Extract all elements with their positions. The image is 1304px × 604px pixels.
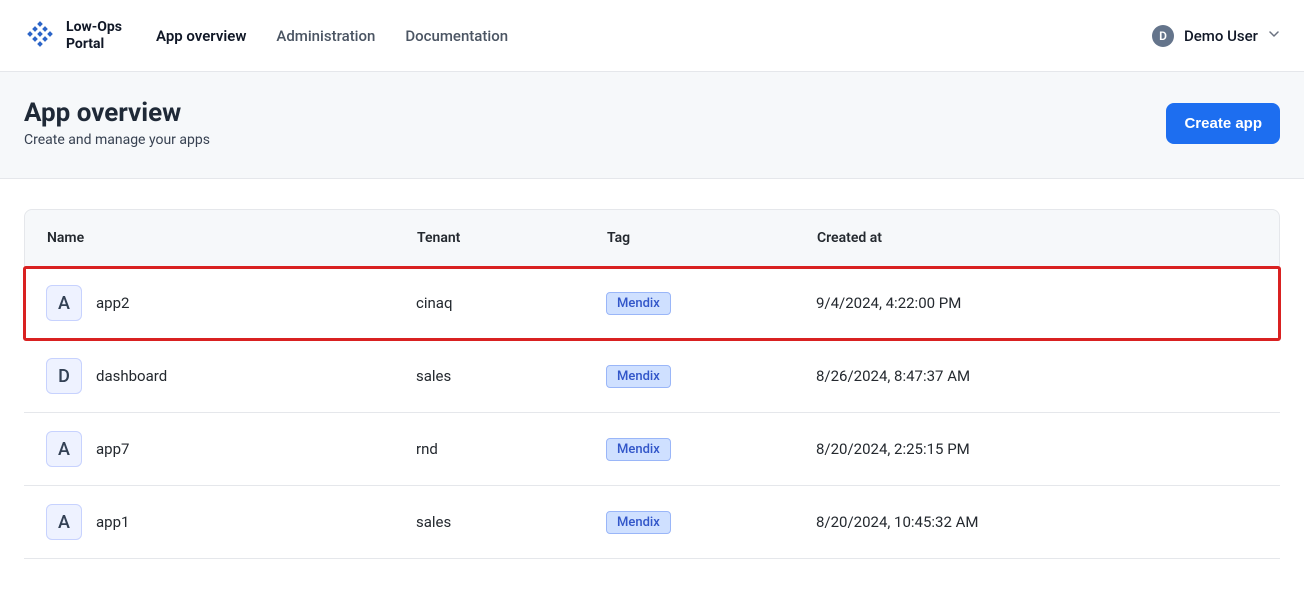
- table-body: Aapp2cinaqMendix9/4/2024, 4:22:00 PMDdas…: [24, 267, 1280, 559]
- tenant-cell: sales: [416, 513, 606, 531]
- page-header: App overview Create and manage your apps…: [0, 72, 1304, 179]
- brand-line1: Low-Ops: [66, 19, 122, 35]
- tag-badge: Mendix: [606, 511, 671, 534]
- nav-administration[interactable]: Administration: [276, 27, 375, 45]
- topbar-left: Low-Ops Portal App overview Administrati…: [24, 19, 508, 51]
- tenant-cell: sales: [416, 367, 606, 385]
- user-menu[interactable]: D Demo User: [1152, 25, 1280, 47]
- table-row[interactable]: Aapp2cinaqMendix9/4/2024, 4:22:00 PM: [24, 267, 1280, 340]
- apps-table: Name Tenant Tag Created at Aapp2cinaqMen…: [24, 209, 1280, 559]
- page-title: App overview: [24, 98, 210, 128]
- col-header-created[interactable]: Created at: [817, 230, 1257, 246]
- table-row[interactable]: DdashboardsalesMendix8/26/2024, 8:47:37 …: [24, 340, 1280, 413]
- app-name: app2: [96, 294, 129, 312]
- avatar: D: [1152, 25, 1174, 47]
- tag-badge: Mendix: [606, 438, 671, 461]
- logo-block[interactable]: Low-Ops Portal: [24, 19, 122, 51]
- app-name: dashboard: [96, 367, 167, 385]
- tag-badge: Mendix: [606, 365, 671, 388]
- table-row[interactable]: Aapp7rndMendix8/20/2024, 2:25:15 PM: [24, 413, 1280, 486]
- created-cell: 8/26/2024, 8:47:37 AM: [816, 367, 1258, 385]
- tenant-cell: cinaq: [416, 294, 606, 312]
- nav-documentation[interactable]: Documentation: [405, 27, 508, 45]
- created-cell: 9/4/2024, 4:22:00 PM: [816, 294, 1258, 312]
- tag-cell: Mendix: [606, 511, 816, 534]
- col-header-tenant[interactable]: Tenant: [417, 230, 607, 246]
- tag-cell: Mendix: [606, 438, 816, 461]
- app-letter-icon: A: [46, 431, 82, 467]
- nav-app-overview[interactable]: App overview: [156, 27, 246, 45]
- name-cell: Aapp7: [46, 431, 416, 467]
- brand-text: Low-Ops Portal: [66, 19, 122, 51]
- app-letter-icon: D: [46, 358, 82, 394]
- col-header-tag[interactable]: Tag: [607, 230, 817, 246]
- name-cell: Ddashboard: [46, 358, 416, 394]
- table-header: Name Tenant Tag Created at: [24, 209, 1280, 267]
- app-name: app7: [96, 440, 129, 458]
- app-letter-icon: A: [46, 504, 82, 540]
- page-subtitle: Create and manage your apps: [24, 132, 210, 148]
- user-name: Demo User: [1184, 27, 1258, 45]
- tag-badge: Mendix: [606, 292, 671, 315]
- app-letter-icon: A: [46, 285, 82, 321]
- topbar: Low-Ops Portal App overview Administrati…: [0, 0, 1304, 72]
- col-header-name[interactable]: Name: [47, 230, 417, 246]
- chevron-down-icon: [1268, 28, 1280, 44]
- created-cell: 8/20/2024, 10:45:32 AM: [816, 513, 1258, 531]
- name-cell: Aapp1: [46, 504, 416, 540]
- name-cell: Aapp2: [46, 285, 416, 321]
- tenant-cell: rnd: [416, 440, 606, 458]
- main-nav: App overview Administration Documentatio…: [156, 27, 508, 45]
- created-cell: 8/20/2024, 2:25:15 PM: [816, 440, 1258, 458]
- app-name: app1: [96, 513, 129, 531]
- page-header-text: App overview Create and manage your apps: [24, 98, 210, 148]
- content: Name Tenant Tag Created at Aapp2cinaqMen…: [0, 179, 1304, 589]
- tag-cell: Mendix: [606, 365, 816, 388]
- create-app-button[interactable]: Create app: [1166, 103, 1280, 144]
- tag-cell: Mendix: [606, 292, 816, 315]
- logo-icon: [24, 20, 56, 52]
- table-row[interactable]: Aapp1salesMendix8/20/2024, 10:45:32 AM: [24, 486, 1280, 559]
- brand-line2: Portal: [66, 36, 122, 52]
